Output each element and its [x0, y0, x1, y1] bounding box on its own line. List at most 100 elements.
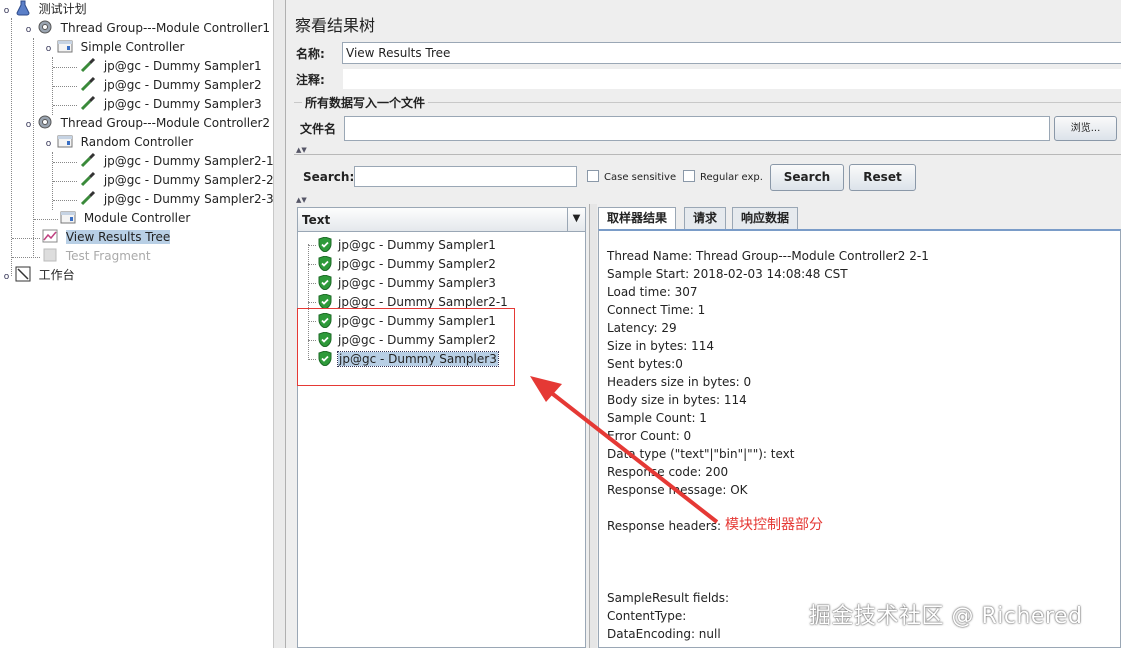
success-shield-icon	[318, 236, 332, 253]
workbench-icon	[15, 266, 31, 282]
tree-node-sampler[interactable]: jp@gc - Dummy Sampler2-1	[80, 152, 274, 171]
tree-connector	[308, 283, 316, 284]
annotation-highlight-box	[297, 308, 515, 386]
filename-input[interactable]	[344, 116, 1050, 141]
chart-icon	[42, 228, 58, 244]
tree-label: jp@gc - Dummy Sampler3	[103, 97, 262, 111]
checkbox-box[interactable]	[683, 170, 695, 182]
tree-node-sampler[interactable]: jp@gc - Dummy Sampler1	[80, 57, 262, 76]
collapse-toggle-icon[interactable]: o	[44, 45, 53, 55]
collapse-toggle-icon[interactable]: o	[24, 26, 33, 36]
detail-line: Connect Time: 1	[607, 303, 706, 317]
result-item[interactable]: jp@gc - Dummy Sampler2	[308, 255, 496, 274]
flask-icon	[15, 0, 31, 16]
panel-title: 察看结果树	[295, 16, 376, 35]
chevron-down-icon[interactable]: ▼	[567, 208, 585, 231]
collapse-arrows-icon[interactable]: ▲▼	[296, 146, 307, 154]
detail-line: DataEncoding: null	[607, 627, 721, 641]
tree-label: jp@gc - Dummy Sampler2-1	[103, 154, 274, 168]
annotation-arrow	[530, 376, 719, 524]
regex-checkbox[interactable]: Regular exp.	[683, 170, 763, 183]
divider	[294, 154, 1121, 155]
pipette-icon	[80, 76, 96, 92]
tab-sampler-result[interactable]: 取样器结果	[598, 207, 677, 229]
tree-node-sampler[interactable]: jp@gc - Dummy Sampler2-2	[80, 171, 274, 190]
browse-button[interactable]: 浏览...	[1054, 116, 1117, 141]
collapse-arrows-icon[interactable]: ▲▼	[296, 196, 307, 204]
reset-button[interactable]: Reset	[849, 164, 916, 191]
tree-connector	[308, 264, 316, 265]
pipette-icon	[80, 57, 96, 73]
filename-row: 文件名 浏览...	[300, 116, 1117, 141]
view-results-tree-panel: 察看结果树 名称: View Results Tree 注释: 所有数据写入一个…	[286, 0, 1121, 648]
tree-connector	[53, 162, 77, 163]
tree-connector	[53, 200, 77, 201]
tree-label: Random Controller	[80, 135, 194, 149]
result-item[interactable]: jp@gc - Dummy Sampler1	[308, 236, 496, 255]
collapse-toggle-icon[interactable]: o	[24, 121, 33, 131]
detail-line: Latency: 29	[607, 321, 677, 335]
tree-connector	[53, 105, 77, 106]
success-shield-icon	[318, 293, 332, 310]
tree-node-sampler[interactable]: jp@gc - Dummy Sampler2	[80, 76, 262, 95]
renderer-select[interactable]: Text ▼	[298, 208, 585, 232]
tree-label: jp@gc - Dummy Sampler2-3	[103, 192, 274, 206]
case-sensitive-checkbox[interactable]: Case sensitive	[587, 170, 676, 183]
tree-label: 工作台	[38, 268, 75, 282]
tree-connector	[308, 302, 316, 303]
comment-label: 注释:	[296, 72, 325, 87]
tree-connector	[12, 238, 40, 239]
detail-line: Sample Start: 2018-02-03 14:08:48 CST	[607, 267, 848, 281]
success-shield-icon	[318, 255, 332, 272]
tree-node-sampler[interactable]: jp@gc - Dummy Sampler2-3	[80, 190, 274, 209]
tree-node-test-fragment[interactable]: Test Fragment	[42, 247, 151, 266]
tree-label: jp@gc - Dummy Sampler1	[103, 59, 262, 73]
detail-line: Size in bytes: 114	[607, 339, 715, 353]
tree-label: jp@gc - Dummy Sampler2-2	[103, 173, 274, 187]
tree-connector	[12, 257, 40, 258]
tree-label: Test Fragment	[65, 249, 151, 263]
tree-node-workbench[interactable]: o 工作台	[2, 266, 75, 285]
tree-connector	[53, 181, 77, 182]
controller-icon	[57, 38, 73, 54]
pipette-icon	[80, 171, 96, 187]
tree-connector	[308, 245, 316, 246]
success-shield-icon	[318, 274, 332, 291]
search-button[interactable]: Search	[770, 164, 844, 191]
split-pane-divider[interactable]	[274, 0, 286, 648]
tree-connector	[53, 67, 77, 68]
controller-icon	[57, 133, 73, 149]
tree-node-simple-controller[interactable]: o Simple Controller	[44, 38, 185, 57]
checkbox-box[interactable]	[587, 170, 599, 182]
tree-connector	[34, 219, 58, 220]
comment-row: 注释:	[296, 68, 1121, 90]
tree-label: Simple Controller	[80, 40, 185, 54]
search-input[interactable]	[354, 166, 577, 187]
gear-icon	[37, 19, 53, 35]
tree-connector	[53, 86, 77, 87]
tree-node-module-controller[interactable]: Module Controller	[60, 209, 190, 228]
result-item[interactable]: jp@gc - Dummy Sampler3	[308, 274, 496, 293]
tab-request[interactable]: 请求	[684, 207, 727, 229]
collapse-toggle-icon[interactable]: o	[2, 7, 11, 17]
tree-label: Thread Group---Module Controller1	[60, 21, 271, 35]
tree-node-random-controller[interactable]: o Random Controller	[44, 133, 193, 152]
expand-toggle-icon[interactable]: o	[2, 273, 11, 283]
name-input[interactable]: View Results Tree	[342, 42, 1121, 64]
tree-node-thread-group-2[interactable]: o Thread Group---Module Controller2	[24, 114, 270, 133]
collapse-toggle-icon[interactable]: o	[44, 140, 53, 150]
tree-node-thread-group-1[interactable]: o Thread Group---Module Controller1	[24, 19, 270, 38]
gear-icon	[37, 114, 53, 130]
tree-node-view-results-tree[interactable]: View Results Tree	[42, 228, 171, 247]
tree-root-test-plan[interactable]: o 测试计划	[2, 0, 87, 19]
renderer-select-value: Text	[302, 213, 331, 227]
name-row: 名称: View Results Tree	[296, 42, 1121, 64]
test-plan-tree[interactable]: o 测试计划 o Thread Group---Module Controlle…	[0, 0, 274, 648]
tab-response-data[interactable]: 响应数据	[732, 207, 799, 229]
result-item-label: jp@gc - Dummy Sampler2	[338, 257, 496, 271]
tree-node-sampler[interactable]: jp@gc - Dummy Sampler3	[80, 95, 262, 114]
detail-line: Load time: 307	[607, 285, 698, 299]
controller-icon	[60, 209, 76, 225]
comment-input[interactable]	[342, 68, 1121, 90]
fragment-icon	[42, 247, 58, 263]
